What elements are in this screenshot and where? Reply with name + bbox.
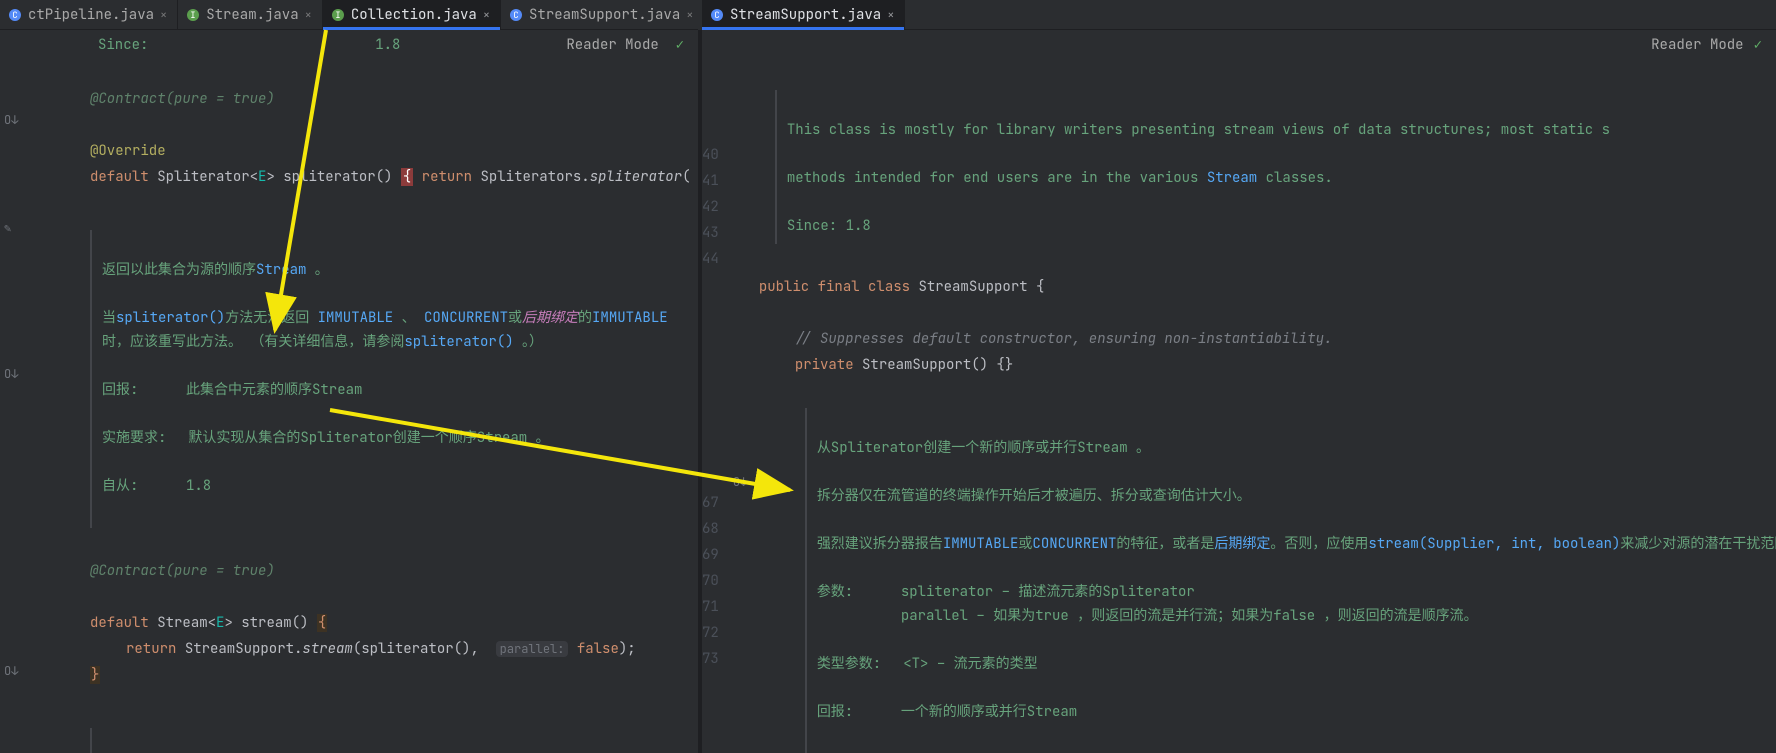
tab-streamsupport[interactable]: C StreamSupport.java × (501, 0, 704, 29)
tab-stream[interactable]: I Stream.java × (178, 0, 323, 29)
tab-label: Collection.java (351, 6, 477, 24)
tab-streamsupport-right[interactable]: C StreamSupport.java × (702, 0, 905, 29)
code-editor-left[interactable]: O↓ ✎ O↓ O↓ @Contract(pure = true) @Overr… (0, 60, 698, 753)
tab-collection[interactable]: I Collection.java × (323, 0, 501, 29)
javadoc-block: 从Spliterator创建一个新的顺序或并行Stream 。 拆分器仅在流管道… (805, 408, 1776, 753)
editor-pane-left: Since: 1.8 Reader Mode ✓ O↓ ✎ O↓ O↓ @Con… (0, 30, 698, 753)
code-area[interactable]: @Contract(pure = true) @Override default… (40, 60, 698, 753)
svg-text:C: C (12, 9, 17, 21)
class-icon: C (509, 8, 523, 22)
editor-pane-right: Reader Mode ✓ 404142434467686970717273 O… (702, 30, 1776, 753)
interface-icon: I (331, 8, 345, 22)
svg-text:I: I (335, 9, 340, 21)
override-icon[interactable]: O↓ (4, 663, 18, 679)
gutter: O↓ ✎ O↓ O↓ (0, 60, 26, 753)
reader-mode-toggle[interactable]: Reader Mode (566, 36, 658, 54)
contract-annotation: @Contract(pure = true) (46, 86, 698, 112)
annotation: @Override (90, 142, 166, 160)
fold-column[interactable] (26, 60, 40, 753)
tab-label: Stream.java (206, 6, 298, 24)
override-icon[interactable]: O↓ (4, 112, 18, 128)
svg-text:C: C (714, 9, 719, 21)
tab-bar: CctPipeline.java × I Stream.java × I Collect… (0, 0, 698, 30)
line-number-gutter: 404142434467686970717273 (702, 60, 729, 753)
code-editor-right[interactable]: 404142434467686970717273 O↓ This class i… (702, 60, 1776, 753)
svg-text:I: I (191, 9, 196, 21)
check-icon[interactable]: ✓ (1754, 36, 1762, 54)
javadoc-block: 返回以此集合为源的顺序Stream 。 当spliterator()方法无法返回… (90, 230, 698, 528)
svg-text:C: C (513, 9, 518, 21)
javadoc-block: This class is mostly for library writers… (775, 90, 1776, 244)
close-icon[interactable]: × (887, 7, 894, 23)
interface-icon: I (186, 8, 200, 22)
reader-mode-toggle[interactable]: Reader Mode (1651, 36, 1743, 54)
class-icon: C (8, 8, 22, 22)
edit-icon[interactable]: ✎ (4, 220, 11, 236)
tab-label: StreamSupport.java (529, 6, 680, 24)
javadoc-block: 返回以该集合为源的可能并行Stream 。此方法允许返回顺序流。 当splite… (90, 728, 698, 753)
check-icon[interactable]: ✓ (676, 36, 684, 54)
code-area[interactable]: This class is mostly for library writers… (729, 60, 1776, 753)
close-icon[interactable]: × (686, 7, 693, 23)
since-top: Since: 1.8 (14, 36, 400, 54)
tab-label: ctPipeline.java (28, 6, 154, 24)
close-icon[interactable]: × (483, 7, 490, 23)
contract-annotation: @Contract(pure = true) (46, 558, 698, 584)
tab-label: StreamSupport.java (730, 6, 881, 24)
close-icon[interactable]: × (305, 7, 312, 23)
editor-header: Reader Mode ✓ (702, 30, 1776, 60)
close-icon[interactable]: × (160, 7, 167, 23)
class-icon: C (710, 8, 724, 22)
tab-ctpipeline[interactable]: CctPipeline.java × (0, 0, 178, 29)
override-icon[interactable]: O↓ (4, 366, 18, 382)
editor-header: Since: 1.8 Reader Mode ✓ (0, 30, 698, 60)
tab-bar-right: C StreamSupport.java × (702, 0, 1776, 30)
